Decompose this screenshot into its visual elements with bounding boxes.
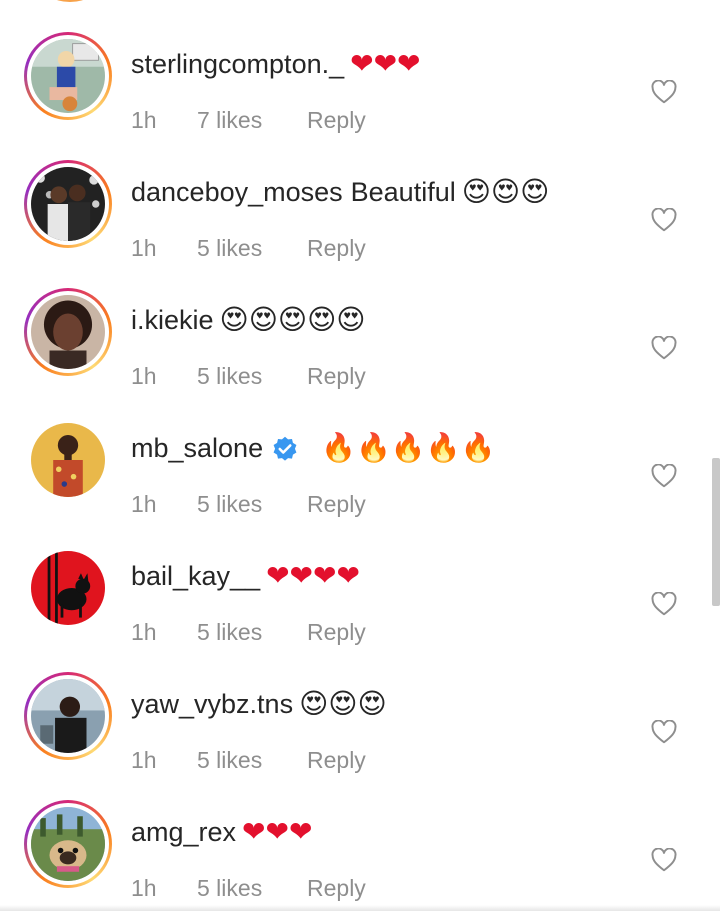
person-basketball-avatar <box>31 39 105 113</box>
previous-avatar-edge <box>40 0 100 2</box>
comment-likes[interactable]: 5 likes <box>197 619 307 646</box>
comment-emoji: ❤❤❤ <box>242 815 313 848</box>
comment-timestamp: 1h <box>131 875 157 901</box>
comment-row: yaw_vybz.tns 😍😍😍 1h 5 likes Reply <box>0 655 720 783</box>
comment-content: i.kiekie 😍😍😍😍😍 <box>131 300 365 340</box>
reply-button[interactable]: Reply <box>307 875 366 902</box>
reply-button[interactable]: Reply <box>307 619 366 646</box>
scrollbar[interactable] <box>712 458 720 606</box>
heart-outline-icon[interactable] <box>651 336 677 360</box>
comment-meta: 1h 5 likes Reply <box>131 875 366 902</box>
comment-username[interactable]: danceboy_moses <box>131 172 343 212</box>
comment-content: bail_kay__ ❤❤❤❤ <box>131 556 360 596</box>
comment-meta: 1h 5 likes Reply <box>131 491 366 518</box>
comment-likes[interactable]: 5 likes <box>197 235 307 262</box>
comment-username[interactable]: i.kiekie <box>131 300 214 340</box>
comment-content: amg_rex ❤❤❤ <box>131 812 312 852</box>
reply-button[interactable]: Reply <box>307 235 366 262</box>
avatar[interactable] <box>24 544 112 632</box>
comment-timestamp: 1h <box>131 363 157 389</box>
comment-emoji: ❤❤❤ <box>350 47 421 80</box>
comment-likes[interactable]: 7 likes <box>197 107 307 134</box>
comment-emoji: 😍😍😍😍😍 <box>219 303 366 336</box>
comment-content: sterlingcompton._ ❤❤❤ <box>131 44 421 84</box>
comment-likes[interactable]: 5 likes <box>197 875 307 902</box>
comment-row: bail_kay__ ❤❤❤❤ 1h 5 likes Reply <box>0 527 720 655</box>
avatar[interactable] <box>24 416 112 504</box>
comment-timestamp: 1h <box>131 619 157 645</box>
comment-row: sterlingcompton._ ❤❤❤ 1h 7 likes Reply <box>0 15 720 143</box>
comment-meta: 1h 5 likes Reply <box>131 363 366 390</box>
comment-timestamp: 1h <box>131 491 157 517</box>
comment-timestamp: 1h <box>131 235 157 261</box>
heart-outline-icon[interactable] <box>651 592 677 616</box>
reply-button[interactable]: Reply <box>307 107 366 134</box>
comment-row: danceboy_moses Beautiful 😍😍😍 1h 5 likes Reply <box>0 143 720 271</box>
comment-row: i.kiekie 😍😍😍😍😍 1h 5 likes Reply <box>0 271 720 399</box>
comment-emoji: 😍😍😍 <box>461 175 550 208</box>
couple-avatar <box>31 167 105 241</box>
heart-outline-icon[interactable] <box>651 720 677 744</box>
comment-likes[interactable]: 5 likes <box>197 363 307 390</box>
comment-likes[interactable]: 5 likes <box>197 747 307 774</box>
heart-outline-icon[interactable] <box>651 208 677 232</box>
bottom-divider <box>0 905 720 911</box>
comment-content: danceboy_moses Beautiful 😍😍😍 <box>131 172 549 212</box>
heart-outline-icon[interactable] <box>651 464 677 488</box>
avatar[interactable] <box>24 32 112 120</box>
comment-row: amg_rex ❤❤❤ 1h 5 likes Reply <box>0 783 720 911</box>
comment-content: mb_salone 🔥🔥🔥🔥🔥 <box>131 428 495 468</box>
reply-button[interactable]: Reply <box>307 491 366 518</box>
comment-username[interactable]: amg_rex <box>131 812 236 852</box>
heart-outline-icon[interactable] <box>651 80 677 104</box>
avatar[interactable] <box>24 288 112 376</box>
reply-button[interactable]: Reply <box>307 363 366 390</box>
comment-username[interactable]: mb_salone <box>131 428 263 468</box>
avatar[interactable] <box>24 672 112 760</box>
reply-button[interactable]: Reply <box>307 747 366 774</box>
comment-username[interactable]: bail_kay__ <box>131 556 260 596</box>
comment-content: yaw_vybz.tns 😍😍😍 <box>131 684 387 724</box>
man-photo-avatar <box>31 679 105 753</box>
comment-emoji: ❤❤❤❤ <box>266 559 360 592</box>
comment-username[interactable]: sterlingcompton._ <box>131 44 344 84</box>
comment-row: mb_salone 🔥🔥🔥🔥🔥 1h 5 likes Reply <box>0 399 720 527</box>
avatar[interactable] <box>24 160 112 248</box>
black-cat-red-avatar <box>31 551 105 625</box>
portrait-avatar <box>31 295 105 369</box>
pug-avatar <box>31 807 105 881</box>
comment-emoji: 😍😍😍 <box>299 687 387 720</box>
comment-meta: 1h 7 likes Reply <box>131 107 366 134</box>
comment-timestamp: 1h <box>131 107 157 133</box>
man-yellow-avatar <box>31 423 105 497</box>
comment-username[interactable]: yaw_vybz.tns <box>131 684 293 724</box>
comment-timestamp: 1h <box>131 747 157 773</box>
comment-meta: 1h 5 likes Reply <box>131 619 366 646</box>
heart-outline-icon[interactable] <box>651 848 677 872</box>
comment-likes[interactable]: 5 likes <box>197 491 307 518</box>
comment-meta: 1h 5 likes Reply <box>131 235 366 262</box>
comment-meta: 1h 5 likes Reply <box>131 747 366 774</box>
comment-emoji: 🔥🔥🔥🔥🔥 <box>321 431 496 464</box>
verified-badge-icon <box>271 434 299 462</box>
avatar[interactable] <box>24 800 112 888</box>
comment-text: Beautiful <box>350 177 456 207</box>
